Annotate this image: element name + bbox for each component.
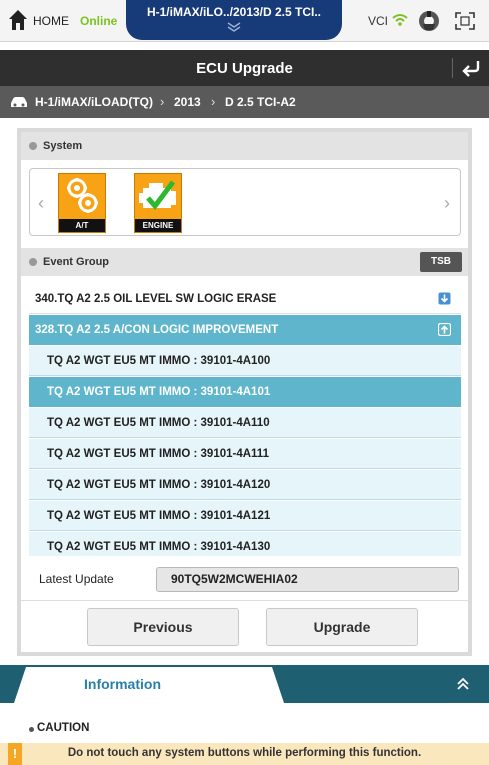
system-tile-label: A/T — [59, 219, 105, 232]
breadcrumb-separator: › — [160, 94, 165, 109]
event-item-row[interactable]: TQ A2 WGT EU5 MT IMMO : 39101-4A120 — [29, 470, 461, 500]
title-divider — [452, 58, 453, 78]
vehicle-selector-tab[interactable]: H-1/iMAX/iLO../2013/D 2.5 TCI.. — [126, 0, 342, 40]
collapse-up-icon[interactable] — [438, 323, 451, 336]
latest-update-label: Latest Update — [39, 572, 114, 586]
title-bar: ECU Upgrade — [0, 50, 489, 86]
system-section-title: System — [43, 140, 83, 152]
event-group-section-header: Event Group TSB — [21, 248, 468, 276]
breadcrumb-separator: › — [211, 94, 216, 109]
car-icon — [11, 97, 27, 107]
event-item-row[interactable]: TQ A2 WGT EU5 MT IMMO : 39101-4A110 — [29, 408, 461, 438]
event-item-label: TQ A2 WGT EU5 MT IMMO : 39101-4A130 — [47, 541, 271, 553]
event-item-row[interactable]: TQ A2 WGT EU5 MT IMMO : 39101-4A130 — [29, 532, 461, 556]
double-chevron-up-icon[interactable] — [456, 677, 470, 691]
ecu-upgrade-panel: System ‹ A/T ENGINE › Event Group TSB 34… — [17, 128, 472, 656]
system-tile-engine[interactable]: ENGINE — [134, 173, 182, 233]
previous-button[interactable]: Previous — [87, 608, 239, 646]
event-item-row-selected[interactable]: TQ A2 WGT EU5 MT IMMO : 39101-4A101 — [29, 377, 461, 407]
event-group-label: 340.TQ A2 2.5 OIL LEVEL SW LOGIC ERASE — [35, 293, 277, 305]
section-bullet — [29, 142, 37, 150]
event-group-row-open[interactable]: 328.TQ A2 2.5 A/CON LOGIC IMPROVEMENT — [29, 315, 461, 345]
caution-bullet — [29, 727, 34, 732]
back-icon[interactable] — [461, 59, 481, 77]
caution-message: Do not touch any system buttons while pe… — [67, 747, 422, 759]
event-item-label: TQ A2 WGT EU5 MT IMMO : 39101-4A121 — [47, 510, 271, 522]
wifi-icon — [392, 14, 408, 26]
home-label[interactable]: HOME — [33, 14, 69, 28]
upgrade-button[interactable]: Upgrade — [266, 608, 418, 646]
event-item-label: TQ A2 WGT EU5 MT IMMO : 39101-4A110 — [47, 417, 270, 429]
event-group-label: 328.TQ A2 2.5 A/CON LOGIC IMPROVEMENT — [35, 324, 279, 336]
event-item-label: TQ A2 WGT EU5 MT IMMO : 39101-4A111 — [47, 448, 269, 460]
breadcrumb-engine[interactable]: D 2.5 TCI-A2 — [225, 95, 296, 109]
event-item-row[interactable]: TQ A2 WGT EU5 MT IMMO : 39101-4A100 — [29, 346, 461, 376]
system-carousel: ‹ A/T ENGINE › — [29, 168, 461, 236]
vehicle-selector-label: H-1/iMAX/iLO../2013/D 2.5 TCI.. — [146, 5, 322, 19]
fullscreen-icon[interactable] — [455, 12, 475, 30]
chevron-left-icon[interactable]: ‹ — [38, 193, 44, 214]
information-tab-label[interactable]: Information — [84, 676, 161, 692]
breadcrumb-model[interactable]: H-1/iMAX/iLOAD(TQ) — [35, 95, 153, 109]
gears-icon — [67, 178, 98, 213]
breadcrumb-year[interactable]: 2013 — [174, 95, 201, 109]
expand-down-icon[interactable] — [438, 292, 451, 305]
event-group-list: 340.TQ A2 2.5 OIL LEVEL SW LOGIC ERASE 3… — [29, 284, 461, 556]
event-group-section-title: Event Group — [43, 256, 110, 268]
latest-update-value: 90TQ5W2MCWEHIA02 — [156, 567, 459, 592]
event-item-label: TQ A2 WGT EU5 MT IMMO : 39101-4A101 — [47, 386, 271, 398]
system-tile-label: ENGINE — [135, 219, 181, 232]
event-item-row[interactable]: TQ A2 WGT EU5 MT IMMO : 39101-4A121 — [29, 501, 461, 531]
chevron-right-icon[interactable]: › — [444, 193, 450, 214]
event-item-label: TQ A2 WGT EU5 MT IMMO : 39101-4A120 — [47, 479, 271, 491]
tsb-button[interactable]: TSB — [420, 252, 462, 272]
diagnostic-tool-icon[interactable] — [417, 9, 441, 33]
engine-check-icon — [139, 180, 176, 210]
panel-divider — [21, 600, 468, 601]
connection-status: Online — [80, 14, 118, 28]
vci-label: VCI — [368, 14, 389, 28]
event-group-row[interactable]: 340.TQ A2 2.5 OIL LEVEL SW LOGIC ERASE — [29, 284, 461, 314]
event-item-row[interactable]: TQ A2 WGT EU5 MT IMMO : 39101-4A111 — [29, 439, 461, 469]
breadcrumb: H-1/iMAX/iLOAD(TQ) › 2013 › D 2.5 TCI-A2 — [0, 86, 489, 118]
home-icon[interactable] — [8, 9, 28, 31]
page-title: ECU Upgrade — [196, 60, 293, 77]
chevron-down-icon — [227, 22, 241, 32]
event-item-label: TQ A2 WGT EU5 MT IMMO : 39101-4A100 — [47, 355, 271, 367]
top-status-bar: HOME Online H-1/iMAX/iLO../2013/D 2.5 TC… — [0, 0, 489, 42]
section-bullet — [29, 258, 37, 266]
caution-title: CAUTION — [37, 722, 90, 734]
system-tile-at[interactable]: A/T — [58, 173, 106, 233]
system-section-header: System — [21, 132, 468, 160]
